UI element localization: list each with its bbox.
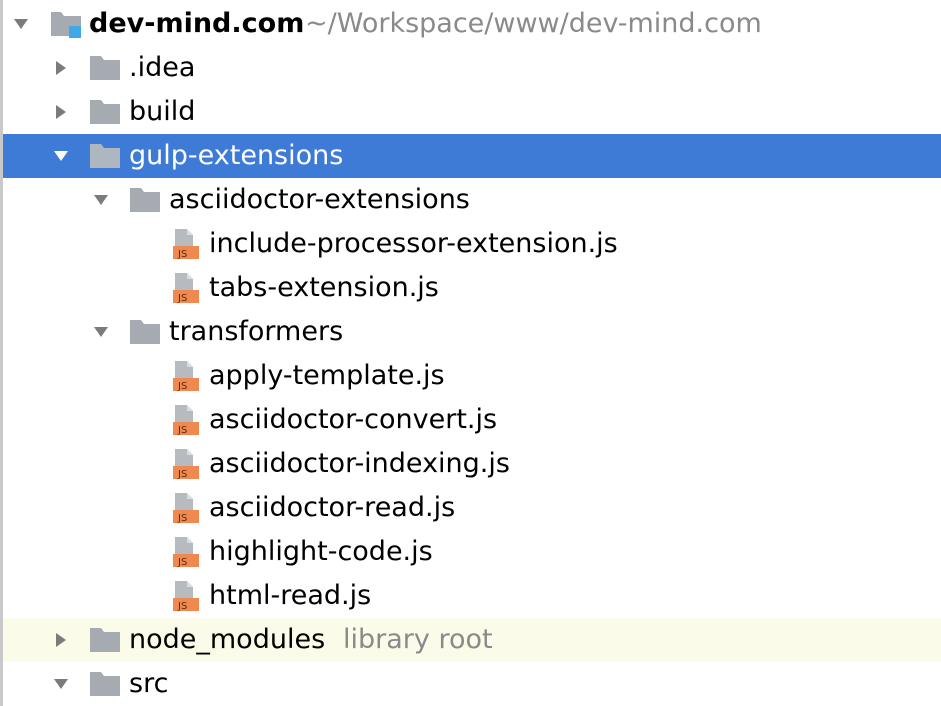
expand-arrow-icon[interactable] (49, 662, 73, 706)
collapse-arrow-icon[interactable] (49, 46, 73, 90)
project-name: dev-mind.com (89, 8, 305, 39)
folder-name: build (129, 96, 196, 127)
expand-arrow-icon[interactable] (9, 2, 33, 46)
folder-icon (89, 662, 121, 706)
tree-row-file[interactable]: JS asciidoctor-indexing.js (3, 442, 941, 486)
folder-icon (89, 46, 121, 90)
expand-arrow-icon[interactable] (49, 134, 73, 178)
svg-text:JS: JS (177, 469, 187, 480)
tree-row-file[interactable]: JS asciidoctor-read.js (3, 486, 941, 530)
tree-row-file[interactable]: JS apply-template.js (3, 354, 941, 398)
tree-row-build[interactable]: build (3, 90, 941, 134)
js-file-icon: JS (171, 354, 201, 398)
folder-icon (129, 178, 161, 222)
file-name: highlight-code.js (209, 536, 433, 567)
folder-icon (89, 90, 121, 134)
library-root-hint: library root (343, 624, 493, 655)
svg-text:JS: JS (177, 425, 187, 436)
collapse-arrow-icon[interactable] (49, 90, 73, 134)
collapse-arrow-icon[interactable] (49, 618, 73, 662)
file-name: include-processor-extension.js (209, 228, 618, 259)
js-file-icon: JS (171, 266, 201, 310)
expand-arrow-icon[interactable] (89, 310, 113, 354)
folder-name: transformers (169, 316, 344, 347)
svg-text:JS: JS (177, 557, 187, 568)
tree-row-node-modules[interactable]: node_modules library root (3, 618, 941, 662)
svg-text:JS: JS (177, 293, 187, 304)
file-name: apply-template.js (209, 360, 445, 391)
folder-icon (129, 310, 161, 354)
js-file-icon: JS (171, 530, 201, 574)
tree-row-transformers[interactable]: transformers (3, 310, 941, 354)
tree-row-src[interactable]: src (3, 662, 941, 706)
folder-icon (89, 134, 121, 178)
js-file-icon: JS (171, 442, 201, 486)
js-file-icon: JS (171, 222, 201, 266)
svg-text:JS: JS (177, 249, 187, 260)
file-name: html-read.js (209, 580, 372, 611)
tree-row-project[interactable]: dev-mind.com ~/Workspace/www/dev-mind.co… (3, 2, 941, 46)
tree-row-file[interactable]: JS html-read.js (3, 574, 941, 618)
project-path: ~/Workspace/www/dev-mind.com (305, 8, 762, 39)
tree-row-file[interactable]: JS asciidoctor-convert.js (3, 398, 941, 442)
tree-row-file[interactable]: JS include-processor-extension.js (3, 222, 941, 266)
tree-row-idea[interactable]: .idea (3, 46, 941, 90)
js-file-icon: JS (171, 574, 201, 618)
module-folder-icon (49, 2, 83, 46)
js-file-icon: JS (171, 398, 201, 442)
folder-name: gulp-extensions (129, 140, 344, 171)
tree-row-asciidoctor-extensions[interactable]: asciidoctor-extensions (3, 178, 941, 222)
project-tree: dev-mind.com ~/Workspace/www/dev-mind.co… (3, 0, 941, 706)
folder-name: asciidoctor-extensions (169, 184, 470, 215)
folder-name: .idea (129, 52, 196, 83)
svg-text:JS: JS (177, 601, 187, 612)
tree-row-file[interactable]: JS highlight-code.js (3, 530, 941, 574)
file-name: tabs-extension.js (209, 272, 439, 303)
file-name: asciidoctor-convert.js (209, 404, 498, 435)
tree-row-file[interactable]: JS tabs-extension.js (3, 266, 941, 310)
file-name: asciidoctor-read.js (209, 492, 456, 523)
expand-arrow-icon[interactable] (89, 178, 113, 222)
folder-name: node_modules (129, 624, 326, 655)
svg-text:JS: JS (177, 381, 187, 392)
file-name: asciidoctor-indexing.js (209, 448, 510, 479)
folder-name: src (129, 668, 169, 699)
svg-text:JS: JS (177, 513, 187, 524)
js-file-icon: JS (171, 486, 201, 530)
tree-row-gulp-extensions[interactable]: gulp-extensions (3, 134, 941, 178)
folder-icon (89, 618, 121, 662)
